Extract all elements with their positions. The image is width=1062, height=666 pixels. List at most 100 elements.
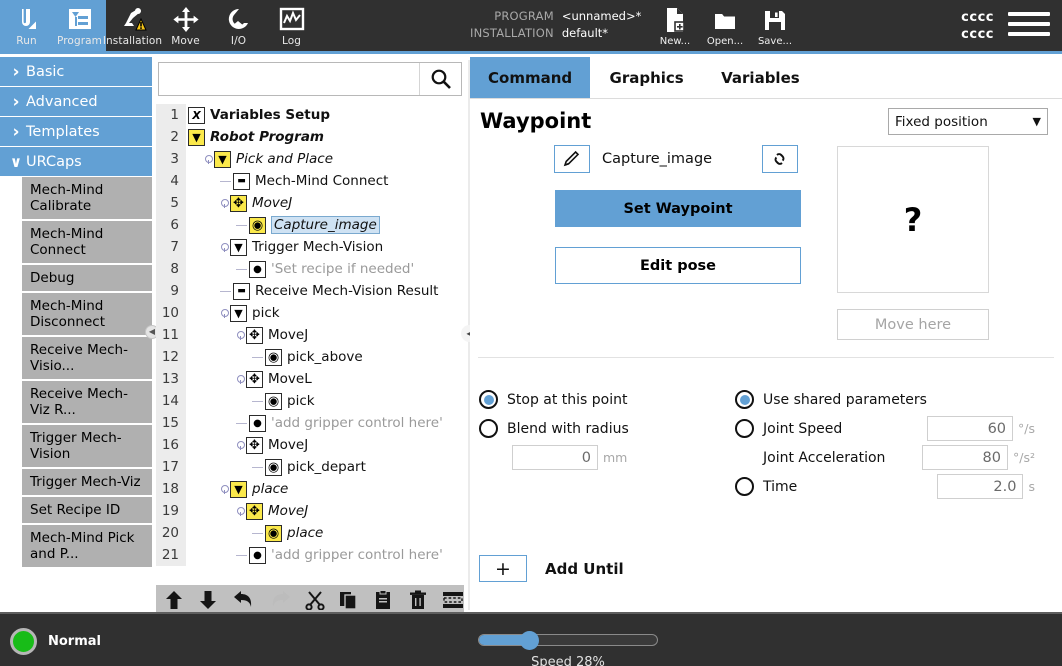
tree-expander-knob-icon[interactable] [236, 330, 245, 340]
nav-tab-io[interactable]: I/O [212, 0, 265, 54]
joint-acceleration-input[interactable]: 80 [922, 445, 1008, 470]
pencil-edit-icon[interactable] [554, 145, 590, 173]
tree-row[interactable]: 5 ✥ MoveJ [156, 192, 464, 214]
sidebar-urcap-item[interactable]: Set Recipe ID [22, 497, 152, 525]
tree-expander-knob-icon[interactable] [220, 198, 229, 208]
tree-row[interactable]: 16 ✥ MoveJ [156, 434, 464, 456]
delete-trash-icon[interactable] [408, 589, 428, 611]
tree-row[interactable]: 17 ◉ pick_depart [156, 456, 464, 478]
tab-graphics[interactable]: Graphics [590, 57, 703, 98]
tree-row[interactable]: 15 ● 'add gripper control here' [156, 412, 464, 434]
nav-tab-program[interactable]: Program [53, 0, 106, 54]
radio-stop-at-this-point[interactable]: Stop at this point [479, 385, 744, 414]
tree-row-content: ✥ MoveJ [186, 500, 308, 522]
sidebar-urcap-item[interactable]: Mech-Mind Calibrate [22, 177, 152, 221]
tree-row[interactable]: 14 ◉ pick [156, 390, 464, 412]
program-tree[interactable]: 1 X Variables Setup 2 ▼ Robot Program 3 ▼ Pick a… [156, 104, 464, 582]
tree-row[interactable]: 2 ▼ Robot Program [156, 126, 464, 148]
move-up-icon[interactable] [164, 589, 184, 611]
tree-row[interactable]: 12 ◉ pick_above [156, 346, 464, 368]
tab-variables[interactable]: Variables [703, 57, 818, 98]
tree-row[interactable]: 19 ✥ MoveJ [156, 500, 464, 522]
undo-icon[interactable] [233, 589, 255, 611]
sidebar-urcap-item[interactable]: Mech-Mind Disconnect [22, 293, 152, 337]
sidebar-category-urcaps[interactable]: ∨ URCaps [0, 147, 152, 177]
sidebar-urcap-item[interactable]: Debug [22, 265, 152, 293]
radio-blend-indicator [479, 419, 498, 438]
cut-scissors-icon[interactable] [305, 589, 325, 611]
speed-slider[interactable] [478, 631, 658, 650]
tree-row[interactable]: 3 ▼ Pick and Place [156, 148, 464, 170]
move-here-button[interactable]: Move here [837, 309, 989, 340]
edit-pose-button[interactable]: Edit pose [555, 247, 801, 284]
time-unit: s [1028, 479, 1035, 494]
paste-icon[interactable] [373, 589, 393, 611]
tree-row[interactable]: 9 ▬ Receive Mech-Vision Result [156, 280, 464, 302]
set-waypoint-label: Set Waypoint [623, 200, 733, 217]
sidebar-urcap-item[interactable]: Receive Mech-Visio... [22, 337, 152, 381]
tree-expander-knob-icon[interactable] [236, 374, 245, 384]
nav-tab-run[interactable]: Run [0, 0, 53, 54]
sidebar-category-advanced[interactable]: › Advanced [0, 87, 152, 117]
blend-radius-input[interactable]: 0 [512, 445, 598, 470]
open-program-button[interactable]: Open... [700, 2, 750, 52]
sidebar-urcap-item[interactable]: Mech-Mind Connect [22, 221, 152, 265]
link-chain-icon[interactable] [762, 145, 798, 173]
tree-row[interactable]: 6 ◉ Capture_image [156, 214, 464, 236]
sidebar-category-templates[interactable]: › Templates [0, 117, 152, 147]
tree-row[interactable]: 7 ▼ Trigger Mech-Vision [156, 236, 464, 258]
add-until-button[interactable]: + Add Until [479, 555, 624, 582]
command-detail-panel: Command Graphics Variables Waypoint Fixe… [470, 57, 1062, 610]
tree-row[interactable]: 18 ▼ place [156, 478, 464, 500]
chevron-right-icon: › [12, 121, 20, 142]
hamburger-menu-icon[interactable] [1008, 12, 1050, 42]
sidebar-urcap-item[interactable]: Mech-Mind Pick and P... [22, 525, 152, 569]
tree-row[interactable]: 1 X Variables Setup [156, 104, 464, 126]
tree-expander-knob-icon[interactable] [236, 506, 245, 516]
burger-line-3 [1008, 32, 1050, 36]
sidebar-urcap-item[interactable]: Trigger Mech-Viz [22, 469, 152, 497]
tree-row[interactable]: 21 ● 'add gripper control here' [156, 544, 464, 566]
position-type-dropdown[interactable]: Fixed position ▼ [888, 108, 1048, 135]
tree-expander-knob-icon[interactable] [236, 440, 245, 450]
sidebar-urcap-item[interactable]: Receive Mech-Viz R... [22, 381, 152, 425]
tree-expander-knob-icon[interactable] [220, 242, 229, 252]
save-program-button[interactable]: Save... [750, 2, 800, 52]
search-icon[interactable] [419, 63, 461, 95]
time-row[interactable]: Time 2.0 s [735, 472, 1055, 501]
move-down-icon[interactable] [198, 589, 218, 611]
nav-tab-installation[interactable]: Installation [103, 0, 162, 54]
time-input[interactable]: 2.0 [937, 474, 1024, 499]
tree-expander-knob-icon[interactable] [220, 484, 229, 494]
search-input[interactable] [159, 63, 419, 95]
suppress-icon[interactable] [442, 589, 464, 611]
sidebar-category-basic[interactable]: › Basic [0, 57, 152, 87]
position-type-value: Fixed position [895, 113, 988, 130]
joint-speed-input[interactable]: 60 [927, 416, 1014, 441]
redo-icon[interactable] [269, 589, 291, 611]
tree-expander-knob-icon[interactable] [220, 308, 229, 318]
set-waypoint-button[interactable]: Set Waypoint [555, 190, 801, 227]
radio-blend-with-radius[interactable]: Blend with radius [479, 414, 744, 443]
sidebar-urcap-item[interactable]: Trigger Mech-Vision [22, 425, 152, 469]
tab-command[interactable]: Command [470, 57, 591, 98]
speed-slider-knob[interactable] [519, 631, 539, 650]
new-program-button[interactable]: New... [650, 2, 700, 52]
tree-row[interactable]: 11 ✥ MoveJ [156, 324, 464, 346]
tree-row[interactable]: 10 ▼ pick [156, 302, 464, 324]
chevron-down-icon: ∨ [9, 152, 23, 171]
tree-row[interactable]: 8 ● 'Set recipe if needed' [156, 258, 464, 280]
copy-icon[interactable] [339, 589, 359, 611]
waypoint-target-icon: ◉ [249, 216, 266, 234]
radio-use-shared-parameters[interactable]: Use shared parameters [735, 385, 1055, 414]
joint-speed-row[interactable]: Joint Speed 60 °/s [735, 414, 1055, 443]
tree-row[interactable]: 20 ◉ place [156, 522, 464, 544]
file-actions-group: New... Open... Save... [650, 2, 800, 52]
nav-tab-log[interactable]: Log [265, 0, 318, 54]
nav-tab-move[interactable]: Move [159, 0, 212, 54]
tree-row-number: 4 [156, 170, 186, 192]
tree-row[interactable]: 4 ▬ Mech-Mind Connect [156, 170, 464, 192]
tree-row[interactable]: 13 ✥ MoveL [156, 368, 464, 390]
tree-expander-knob-icon[interactable] [204, 154, 213, 164]
speed-slider-group: Speed 28% [478, 631, 668, 666]
